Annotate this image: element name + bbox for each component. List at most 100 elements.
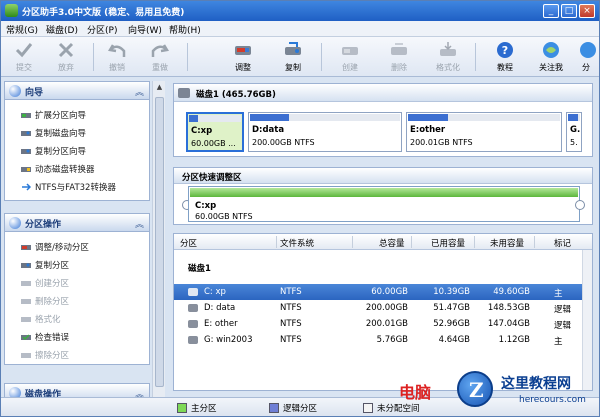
watermark-logo-letter: Z [469,378,484,402]
sidebar-item-format[interactable]: 格式化 [21,312,147,326]
dynamic-disk-icon [21,167,31,172]
menu-disk[interactable]: 磁盘(D) [46,23,78,36]
partition-block-e[interactable]: E:other 200.01GB NTFS [406,112,562,152]
wizard-icon [9,85,21,97]
column-header-filesystem[interactable]: 文件系统 [280,237,314,249]
sidebar-item-delete-partition[interactable]: 删除分区 [21,294,147,308]
watermark-logo-icon: Z [457,371,493,407]
delete-button[interactable]: 删除 [379,39,419,75]
toolbar-separator [187,43,188,71]
sidebar-item-dynamic-disk-converter[interactable]: 动态磁盘转换器 [21,162,147,176]
usage-bar [250,114,400,121]
sidebar-item-copy-disk-wizard[interactable]: 复制磁盘向导 [21,126,147,140]
delete-icon [391,43,407,55]
copy-button[interactable]: 复制 [273,39,313,75]
cell-flag: 逻辑 [554,321,572,331]
column-divider[interactable] [276,236,277,248]
partition-ops-panel-title: 分区操作 [25,220,62,230]
column-divider[interactable] [411,236,412,248]
legend-label: 未分配空间 [377,404,420,414]
menu-wizard[interactable]: 向导(W) [128,23,162,36]
table-row[interactable]: E: other NTFS 200.01GB 52.96GB 147.04GB … [174,316,592,332]
menu-partition[interactable]: 分区(P) [87,23,117,36]
undo-icon [108,44,126,57]
sidebar-item-ntfs-fat32-converter[interactable]: NTFS与FAT32转换器 [21,180,147,194]
follow-me-button[interactable]: 关注我 [531,39,571,75]
tutorial-button[interactable]: ? 教程 [485,39,525,75]
minimize-button[interactable]: _ [543,4,559,18]
close-button[interactable]: × [579,4,595,18]
legend-swatch [177,403,187,413]
collapse-chevron-icon[interactable]: ︽ [135,85,144,98]
column-header-free[interactable]: 未用容量 [490,237,524,249]
check-icon [15,43,33,58]
sidebar-scrollbar[interactable]: ▲ ▼ [152,81,165,411]
partition-icon [188,336,198,344]
partition-block-d[interactable]: D:data 200.00GB NTFS [248,112,402,152]
share-button[interactable]: 分 [573,39,599,75]
discard-icon [58,42,74,58]
usage-fill [408,114,448,121]
partition-size: 60.00GB ... [191,139,236,148]
watermark-red-text: 电脑 [399,383,432,402]
scrollbar-thumb[interactable] [155,97,164,387]
menu-bar: 常规(G) 磁盘(D) 分区(P) 向导(W) 帮助(H) [1,21,599,37]
menu-help[interactable]: 帮助(H) [169,23,201,36]
partition-ops-icon [9,217,21,229]
table-row[interactable]: D: data NTFS 200.00GB 51.47GB 148.53GB 逻… [174,300,592,316]
format-icon [440,42,456,56]
resize-button[interactable]: 调整 [223,39,263,75]
sidebar-item-resize-move-partition[interactable]: 调整/移动分区 [21,240,147,254]
sidebar-item-create-partition[interactable]: 创建分区 [21,276,147,290]
cell-filesystem: NTFS [280,303,302,313]
resize-handle-right[interactable] [575,200,585,210]
legend-label: 逻辑分区 [283,404,318,414]
column-header-flag[interactable]: 标记 [554,237,571,249]
redo-button[interactable]: 重做 [140,39,180,75]
sidebar-item-copy-partition[interactable]: 复制分区 [21,258,147,272]
cell-used: 52.96GB [433,319,470,329]
toolbar-separator [321,43,322,71]
column-divider[interactable] [474,236,475,248]
maximize-button[interactable]: □ [561,4,577,18]
wipe-icon [21,353,31,358]
partition-block-g[interactable]: G. 5. [566,112,582,152]
column-divider[interactable] [534,236,535,248]
quick-resize-slider[interactable]: C:xp 60.00GB NTFS [188,186,580,222]
cell-free: 1.12GB [498,335,530,345]
cell-flag: 主 [554,337,563,347]
partition-icon [188,320,198,328]
usage-bar [568,114,580,121]
sidebar-item-wipe-partition[interactable]: 擦除分区 [21,348,147,362]
wizard-panel: 向导 ︽ 扩展分区向导 复制磁盘向导 复制分区向导 动态磁盘转换器 NTFS与F… [4,81,150,201]
discard-button[interactable]: 放弃 [46,39,86,75]
sidebar-item-extend-partition-wizard[interactable]: 扩展分区向导 [21,108,147,122]
format-icon [21,317,31,322]
quick-partition-name: C:xp [195,201,217,211]
title-bar[interactable]: 分区助手3.0中文版 (稳定、易用且免费) _ □ × [1,1,599,21]
column-header-total[interactable]: 总容量 [379,237,405,249]
table-row[interactable]: G: win2003 NTFS 5.76GB 4.64GB 1.12GB 主 [174,332,592,348]
partition-size-bar [190,188,578,197]
column-header-used[interactable]: 已用容量 [431,237,465,249]
undo-button[interactable]: 撤销 [97,39,137,75]
window-title: 分区助手3.0中文版 (稳定、易用且免费) [22,8,185,18]
partition-size: 200.00GB NTFS [252,138,315,147]
create-button[interactable]: 创建 [330,39,370,75]
column-header-partition[interactable]: 分区 [180,237,197,249]
disk-group-label: 磁盘1 [188,264,211,274]
cell-used: 4.64GB [438,335,470,345]
wizard-panel-header[interactable]: 向导 ︽ [5,82,149,100]
menu-general[interactable]: 常规(G) [6,23,38,36]
sidebar-item-check-errors[interactable]: 检查错误 [21,330,147,344]
table-row[interactable]: C: xp NTFS 60.00GB 10.39GB 49.60GB 主 [174,284,592,300]
usage-fill [568,114,578,121]
sidebar-item-copy-partition-wizard[interactable]: 复制分区向导 [21,144,147,158]
partition-block-c[interactable]: C:xp 60.00GB ... [186,112,244,152]
partition-ops-panel-header[interactable]: 分区操作 ︽ [5,214,149,232]
submit-button[interactable]: 提交 [4,39,44,75]
column-divider[interactable] [352,236,353,248]
format-button[interactable]: 格式化 [428,39,468,75]
scroll-up-arrow-icon[interactable]: ▲ [155,83,164,93]
collapse-chevron-icon[interactable]: ︽ [135,217,144,230]
